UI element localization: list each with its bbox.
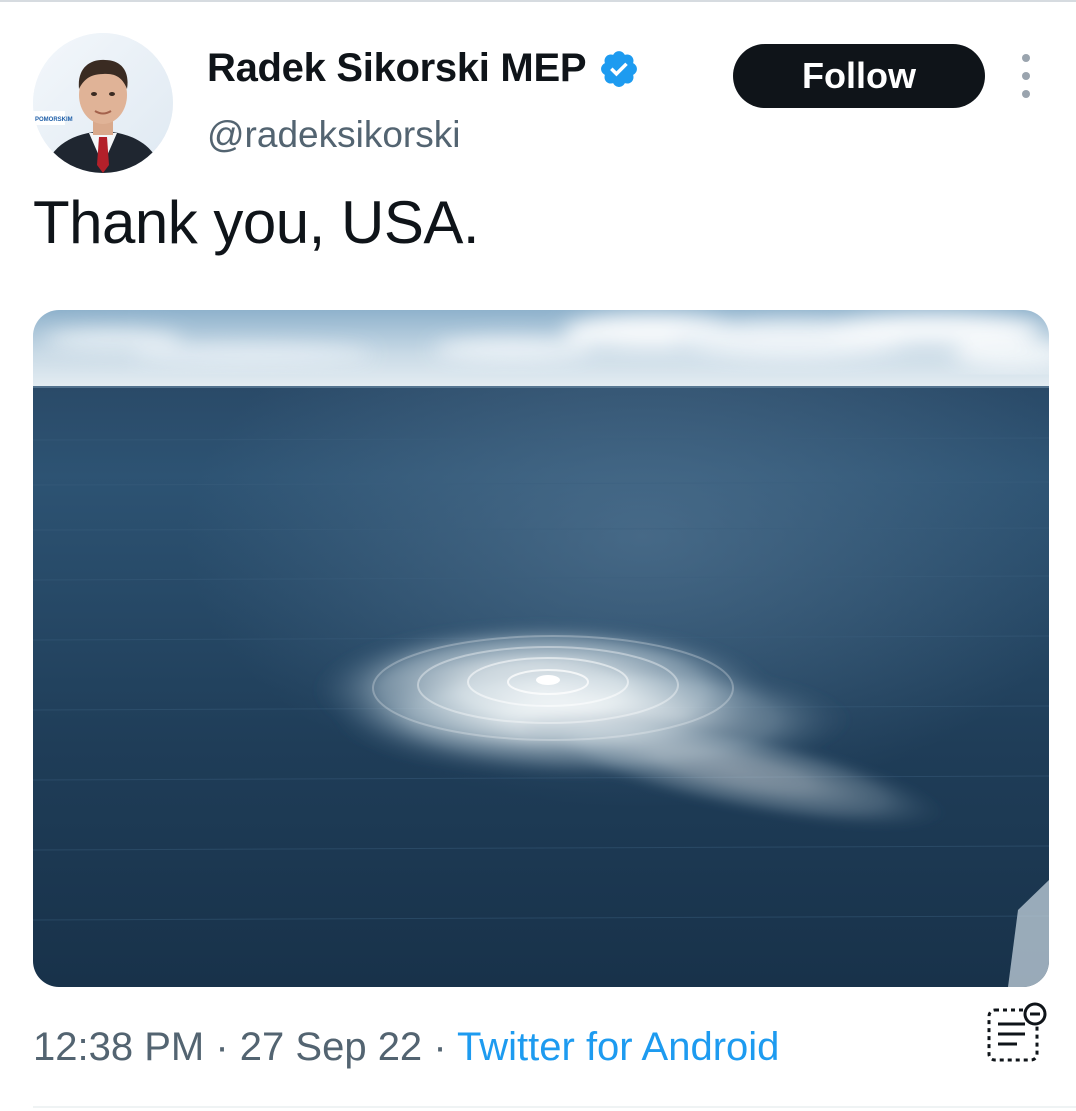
meta-separator: · [215,1025,229,1069]
avatar-portrait: POMORSKIM [33,33,173,173]
tweet-text: Thank you, USA. [33,189,480,256]
more-dot [1022,54,1030,62]
tweet-photo[interactable] [33,310,1049,987]
more-dot [1022,72,1030,80]
author-handle[interactable]: @radeksikorski [207,114,460,156]
analytics-icon[interactable] [985,1002,1051,1066]
more-vertical-icon[interactable] [1008,54,1044,98]
tweet-source-link[interactable]: Twitter for Android [457,1025,779,1069]
avatar-backdrop-text: POMORSKIM [35,117,73,123]
meta-separator: · [433,1025,447,1069]
top-divider [0,0,1076,2]
avatar[interactable]: POMORSKIM [33,33,173,173]
tweet-date[interactable]: 27 Sep 22 [240,1025,422,1069]
more-dot [1022,90,1030,98]
verified-badge-icon [601,50,638,87]
tweet-time[interactable]: 12:38 PM [33,1025,204,1069]
tweet-meta: 12:38 PM · 27 Sep 22 · Twitter for Andro… [33,1025,779,1070]
bottom-divider [33,1106,1076,1108]
author-name-row[interactable]: Radek Sikorski MEP [207,46,640,91]
photo-sea-scene [33,310,1049,987]
follow-button[interactable]: Follow [733,44,985,108]
author-display-name[interactable]: Radek Sikorski MEP [207,46,587,91]
